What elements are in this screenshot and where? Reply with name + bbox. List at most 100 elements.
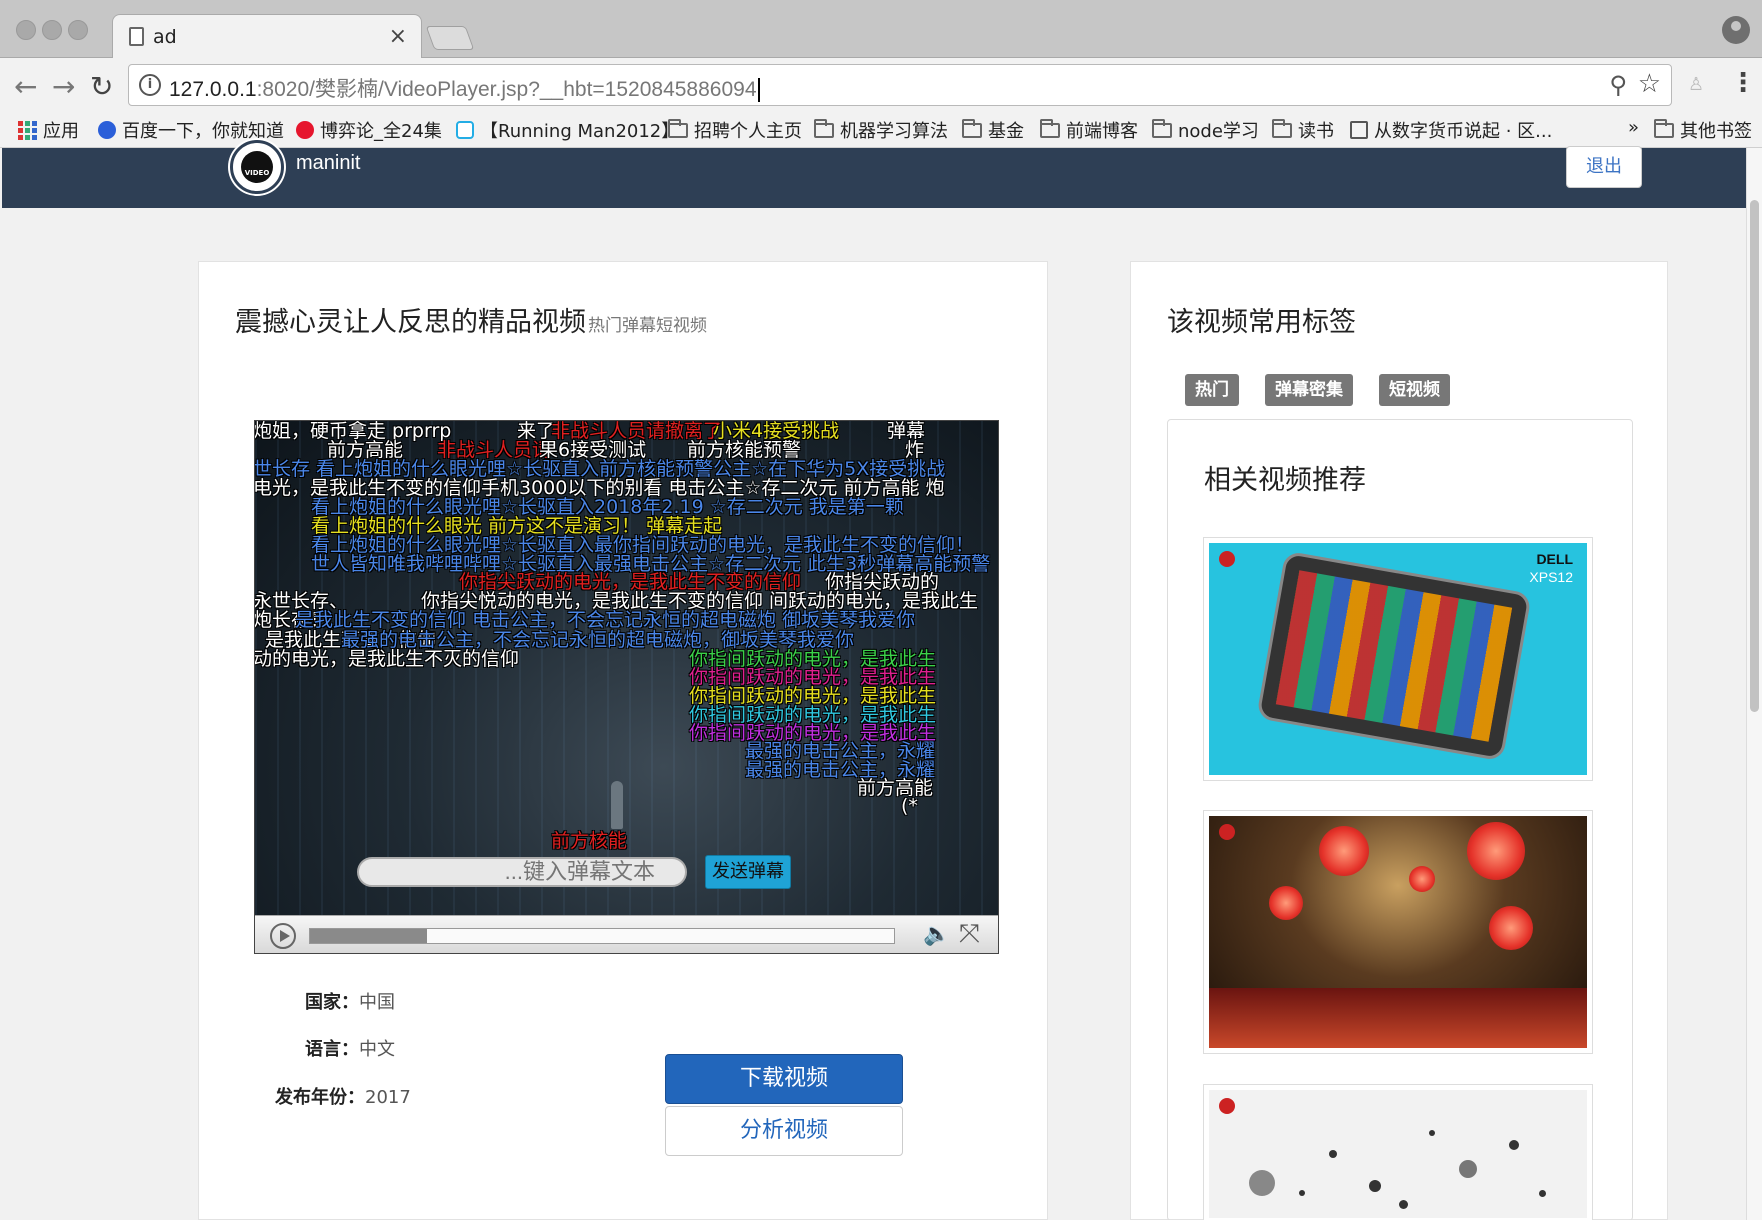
danmaku-input[interactable] bbox=[357, 857, 687, 887]
danmaku-comment: 炮姐，硬币拿走 prprrp bbox=[255, 421, 452, 442]
address-bar[interactable]: i 127.0.0.1:8020/樊影楠/VideoPlayer.jsp?__h… bbox=[128, 64, 1672, 106]
bookmark-folder-jobs[interactable]: 招聘个人主页 bbox=[668, 117, 802, 143]
ad-logo-icon bbox=[1219, 1098, 1235, 1114]
danmaku-comment: 电光，是我此生不变的信仰手机3000以下的别看 电击公主☆存二次元 前方高能 炮 bbox=[255, 477, 945, 499]
bookmarks-overflow-chevron[interactable]: » bbox=[1628, 117, 1639, 138]
bookmark-folder-ml[interactable]: 机器学习算法 bbox=[814, 117, 948, 143]
tab-title: ad bbox=[153, 26, 177, 48]
danmaku-comment: 永世长存、 bbox=[255, 590, 349, 612]
logout-button[interactable]: 退出 bbox=[1566, 146, 1642, 188]
recommend-thumb-1[interactable]: DELL XPS12 bbox=[1203, 537, 1593, 781]
extension-icon[interactable]: ♙ bbox=[1688, 74, 1704, 95]
bookmark-folder-reading[interactable]: 读书 bbox=[1272, 117, 1334, 143]
text-caret bbox=[757, 78, 760, 103]
danmaku-comment: 看上炮姐的什么眼光 前方这不是演习！ 弹幕走起 bbox=[311, 515, 723, 537]
apps-grid-icon bbox=[18, 120, 37, 140]
danmaku-comment: 非战斗人员请撤离了 bbox=[551, 421, 723, 442]
thumb-image: DELL XPS12 bbox=[1209, 543, 1587, 775]
danmaku-comment: 动的电光，是我此生不灭的信仰 bbox=[255, 648, 520, 670]
danmaku-comment: 小米4接受挑战 bbox=[713, 421, 840, 442]
video-title: 震撼心灵让人反思的精品视频 热门弹幕短视频 bbox=[235, 307, 707, 338]
danmaku-comment: 看上炮姐的什么眼光哩☆长驱直入最你指间跃动的电光，是我此生不变的信仰！ bbox=[311, 534, 975, 556]
tag-hot[interactable]: 热门 bbox=[1185, 374, 1239, 406]
progress-fill bbox=[310, 929, 427, 943]
danmaku-comment: 你指间跃动的电光，是我此生 bbox=[689, 685, 937, 707]
danmaku-comment: 非战斗人员请 bbox=[437, 439, 552, 461]
reload-icon[interactable]: ↻ bbox=[90, 70, 113, 103]
recommend-thumb-3[interactable] bbox=[1203, 1084, 1593, 1220]
video-panel: 震撼心灵让人反思的精品视频 热门弹幕短视频 炮姐，硬币拿走 prprrp 来了 非战斗… bbox=[198, 261, 1048, 1220]
browser-menu-icon[interactable]: ⋮ bbox=[1730, 68, 1756, 98]
send-danmaku-button[interactable]: 发送弹幕 bbox=[705, 855, 791, 889]
baidu-paw-icon bbox=[98, 121, 116, 139]
back-arrow-icon[interactable]: ← bbox=[14, 70, 37, 103]
bookmark-crypto[interactable]: 从数字货币说起 · 区... bbox=[1350, 117, 1552, 143]
bookmark-running-man[interactable]: 【Running Man2012】 bbox=[456, 117, 679, 143]
danmaku-comment: 是我此生不变的信仰 电击公主，不会忘记永恒的超电磁炮 御坂美琴我爱你 bbox=[295, 609, 916, 631]
player-controls: 🔈 ⤧ bbox=[255, 915, 998, 953]
danmaku-comment: 你指尖悦动的电光，是我此生不变的信仰 间跃动的电光，是我此生 bbox=[421, 590, 979, 612]
new-tab-button[interactable] bbox=[425, 26, 475, 50]
video-frame[interactable]: 炮姐，硬币拿走 prprrp 来了 非战斗人员请撤离了 小米4接受挑战 弹幕前方高能 非战… bbox=[255, 421, 998, 915]
weibo-icon bbox=[296, 121, 314, 139]
danmaku-comment: 前方核能预警 bbox=[687, 439, 802, 461]
folder-icon bbox=[1152, 118, 1172, 138]
danmaku-comment: 最强的电击公主，不会忘记永恒的超电磁炮，御坂美琴我爱你 bbox=[341, 629, 855, 651]
meta-year: 发布年份：2017 bbox=[275, 1087, 411, 1108]
recommend-thumb-2[interactable] bbox=[1203, 810, 1593, 1054]
progress-bar[interactable] bbox=[309, 928, 895, 944]
tag-short-video[interactable]: 短视频 bbox=[1379, 374, 1450, 406]
url-text[interactable]: 127.0.0.1:8020/樊影楠/VideoPlayer.jsp?__hbt… bbox=[169, 73, 760, 103]
figure-silhouette bbox=[611, 781, 623, 829]
meta-country: 国家：中国 bbox=[305, 992, 395, 1013]
bookmark-other[interactable]: 其他书签 bbox=[1654, 117, 1752, 143]
analyze-video-button[interactable]: 分析视频 bbox=[665, 1106, 903, 1156]
forward-arrow-icon[interactable]: → bbox=[52, 70, 75, 103]
bookmark-star-icon[interactable]: ☆ bbox=[1638, 69, 1661, 99]
page-scrollbar[interactable] bbox=[1746, 148, 1762, 1220]
bookmark-folder-node[interactable]: node学习 bbox=[1152, 117, 1259, 143]
info-icon[interactable]: i bbox=[139, 74, 161, 96]
browser-tab-bar: ad × bbox=[0, 0, 1762, 59]
bookmark-folder-fund[interactable]: 基金 bbox=[962, 117, 1024, 143]
bookmark-apps[interactable]: 应用 bbox=[18, 117, 79, 143]
danmaku-comment: 看上炮姐的什么眼光哩☆长驱直入2018年2.19 ☆存二次元 我是第一颗 bbox=[311, 496, 904, 518]
folder-icon bbox=[1654, 118, 1674, 138]
video-subtitle: 热门弹幕短视频 bbox=[588, 316, 707, 336]
maximize-window-icon[interactable] bbox=[68, 20, 88, 40]
tag-danmaku[interactable]: 弹幕密集 bbox=[1265, 374, 1353, 406]
bookmark-game-theory[interactable]: 博弈论_全24集 bbox=[296, 117, 442, 143]
zoom-icon[interactable]: ⚲ bbox=[1609, 71, 1627, 99]
download-video-button[interactable]: 下载视频 bbox=[665, 1054, 903, 1104]
folder-icon bbox=[814, 118, 834, 138]
recommend-box: 相关视频推荐 DELL XPS12 bbox=[1167, 419, 1633, 1220]
meta-language: 语言：中文 bbox=[305, 1039, 395, 1060]
danmaku-comment: 世长存 看上炮姐的什么眼光哩☆长驱直入前方核能预警公主☆在下华为5X接受挑战 bbox=[255, 458, 946, 480]
folder-icon bbox=[668, 118, 688, 138]
play-icon[interactable] bbox=[270, 923, 296, 949]
bookmark-folder-frontend[interactable]: 前端博客 bbox=[1040, 117, 1138, 143]
danmaku-comment: 前方高能 bbox=[857, 777, 934, 799]
video-player[interactable]: 炮姐，硬币拿走 prprrp 来了 非战斗人员请撤离了 小米4接受挑战 弹幕前方高能 非战… bbox=[254, 420, 999, 954]
browser-tab[interactable]: ad × bbox=[112, 14, 422, 59]
site-logo[interactable]: VIDEO bbox=[230, 140, 284, 194]
danmaku-comment: (* bbox=[901, 795, 918, 817]
danmaku-comment: 最强的电击公主，永耀 bbox=[745, 740, 936, 762]
minimize-window-icon[interactable] bbox=[42, 20, 62, 40]
danmaku-comment: 果6接受测试 bbox=[539, 439, 647, 461]
scrollbar-thumb[interactable] bbox=[1750, 200, 1759, 712]
danmaku-comment: 炸 bbox=[905, 439, 925, 461]
recommend-title: 相关视频推荐 bbox=[1204, 465, 1366, 496]
danmaku-comment: 弹幕 bbox=[887, 421, 926, 442]
thumb-image bbox=[1209, 1090, 1587, 1218]
danmaku-comment: 来了 bbox=[517, 421, 556, 442]
folder-icon bbox=[1272, 118, 1292, 138]
close-window-icon[interactable] bbox=[16, 20, 36, 40]
thumb-brand: DELL bbox=[1536, 551, 1573, 567]
document-icon bbox=[129, 27, 144, 46]
fullscreen-icon[interactable]: ⤧ bbox=[959, 919, 980, 950]
site-header: VIDEO maninit 退出 bbox=[2, 140, 1746, 208]
tab-close-icon[interactable]: × bbox=[389, 24, 407, 49]
volume-icon[interactable]: 🔈 bbox=[923, 922, 950, 947]
profile-icon[interactable] bbox=[1722, 16, 1750, 44]
